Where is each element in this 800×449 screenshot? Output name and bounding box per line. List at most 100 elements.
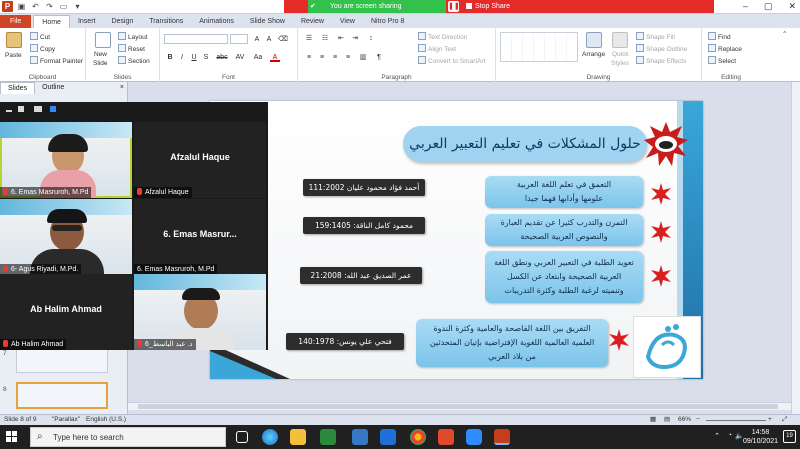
shapes-gallery[interactable] (500, 32, 578, 62)
tab-slides-panel[interactable]: Slides (0, 82, 36, 94)
slide-thumbnail-7[interactable] (16, 346, 108, 373)
speaker-view-icon[interactable] (34, 106, 42, 112)
grow-font-icon[interactable]: A (252, 35, 262, 44)
close-button[interactable]: ✕ (788, 0, 796, 13)
arrange-icon[interactable] (586, 32, 602, 48)
columns-icon[interactable]: ▥ (358, 53, 368, 62)
bullets-icon[interactable]: ☰ (304, 34, 314, 43)
align-center-icon[interactable]: ≡ (317, 53, 327, 62)
edge-browser-icon[interactable] (262, 429, 278, 445)
strikethrough-button[interactable]: abc (215, 53, 229, 62)
format-painter-button[interactable]: Format Painter (30, 56, 83, 65)
bold-button[interactable]: B (165, 53, 175, 62)
windows-start-icon[interactable] (6, 431, 18, 443)
font-size-field[interactable] (230, 34, 248, 44)
maximize-button[interactable]: ▢ (764, 0, 773, 13)
tab-slide-show[interactable]: Slide Show (242, 15, 293, 28)
store-icon[interactable] (352, 429, 368, 445)
new-slide-icon[interactable] (95, 32, 111, 48)
zoom-app-icon[interactable] (466, 429, 482, 445)
fit-slide-icon[interactable]: ⤢ (782, 415, 787, 425)
select-button[interactable]: Select (708, 56, 736, 65)
file-explorer-icon[interactable] (290, 429, 306, 445)
tab-file[interactable]: File (0, 15, 32, 28)
justify-icon[interactable]: ≡ (343, 53, 353, 62)
convert-smartart-button[interactable]: Convert to SmartArt (418, 56, 485, 65)
participant-tile[interactable]: 6. Emas Masruroh, M.Pd (0, 122, 132, 198)
shape-effects-button[interactable]: Shape Effects (636, 56, 686, 65)
char-spacing-button[interactable]: AV (234, 53, 246, 62)
minimize-button[interactable]: – (743, 0, 748, 13)
shape-outline-button[interactable]: Shape Outline (636, 44, 687, 53)
align-text-button[interactable]: Align Text (418, 44, 456, 53)
customize-qat-icon[interactable]: ▾ (72, 1, 83, 12)
sorter-view-icon[interactable]: ▤ (664, 415, 670, 425)
shape-fill-button[interactable]: Shape Fill (636, 32, 675, 41)
app-icon[interactable] (438, 429, 454, 445)
shadow-button[interactable]: S (201, 53, 211, 62)
scrollbar-thumb[interactable] (138, 404, 778, 409)
quick-styles-button[interactable]: Quick (612, 51, 629, 58)
quick-styles-icon[interactable] (612, 32, 628, 48)
layout-button[interactable]: Layout (118, 32, 148, 41)
zoom-in-icon[interactable]: + (768, 415, 772, 425)
underline-button[interactable]: U (189, 53, 199, 62)
tab-transitions[interactable]: Transitions (141, 15, 191, 28)
ribbon-collapse-icon[interactable]: ⌃ (782, 30, 787, 38)
participant-tile[interactable]: 6. Emas Masrur... 6. Emas Masruroh, M.Pd (134, 199, 266, 275)
numbering-icon[interactable]: ☷ (320, 34, 330, 43)
quick-styles-button-line2[interactable]: Styles (611, 60, 629, 67)
minimize-video-icon[interactable] (6, 110, 12, 112)
change-case-button[interactable]: Aa (252, 53, 264, 62)
cut-button[interactable]: Cut (30, 32, 50, 41)
tab-insert[interactable]: Insert (70, 15, 104, 28)
copy-button[interactable]: Copy (30, 44, 55, 53)
tab-nitro[interactable]: Nitro Pro 8 (363, 15, 412, 28)
font-name-field[interactable] (164, 34, 228, 44)
section-button[interactable]: Section (118, 56, 150, 65)
network-icon[interactable]: ◔ (728, 432, 732, 439)
arrange-button[interactable]: Arrange (582, 51, 605, 58)
tab-animations[interactable]: Animations (191, 15, 242, 28)
normal-view-icon[interactable]: ▦ (650, 415, 656, 425)
task-view-icon[interactable] (236, 431, 248, 443)
zoom-out-icon[interactable]: − (696, 415, 700, 425)
taskbar-clock[interactable]: 14:58 09/10/2021 (743, 428, 778, 446)
text-direction-button[interactable]: Text Direction (418, 32, 467, 41)
decrease-indent-icon[interactable]: ⇤ (336, 34, 346, 43)
horizontal-scrollbar[interactable] (128, 402, 791, 410)
clear-format-icon[interactable]: ⌫ (278, 35, 288, 44)
tab-design[interactable]: Design (103, 15, 141, 28)
participant-tile[interactable]: Ab Halim Ahmad Ab Halim Ahmad (0, 274, 132, 350)
participant-tile[interactable]: د. عبد الباسط_6 (134, 274, 266, 350)
zoom-slider[interactable] (706, 420, 766, 421)
participant-tile[interactable]: Afzalul Haque Afzalul Haque (134, 122, 266, 198)
new-slide-button[interactable]: New (94, 51, 107, 58)
slide-thumbnail-8[interactable] (16, 382, 108, 409)
pause-share-button[interactable]: ❚❚ (448, 1, 460, 12)
close-panel-button[interactable]: × (116, 82, 128, 94)
line-spacing-icon[interactable]: ↕ (366, 34, 376, 43)
chrome-icon[interactable] (410, 429, 426, 445)
undo-icon[interactable]: ↶ (30, 1, 41, 12)
tab-view[interactable]: View (332, 15, 363, 28)
current-slide[interactable]: حلول المشكلات في تعليم التعبير العربي أح… (210, 101, 703, 379)
reset-button[interactable]: Reset (118, 44, 145, 53)
notification-center-icon[interactable]: 19 (783, 430, 796, 443)
align-right-icon[interactable]: ≡ (330, 53, 340, 62)
rtl-icon[interactable]: ¶ (374, 53, 384, 62)
redo-icon[interactable]: ↷ (44, 1, 55, 12)
excel-taskbar-icon[interactable] (320, 429, 336, 445)
powerpoint-taskbar-icon[interactable] (494, 429, 510, 445)
new-slide-button-line2[interactable]: Slide (93, 60, 107, 67)
replace-button[interactable]: Replace (708, 44, 742, 53)
save-icon[interactable]: ▣ (16, 1, 27, 12)
tab-outline-panel[interactable]: Outline (35, 82, 71, 94)
slideshow-icon[interactable]: ▭ (58, 1, 69, 12)
participant-tile[interactable]: 6- Agus Riyadi, M.Pd. (0, 199, 132, 275)
find-button[interactable]: Find (708, 32, 731, 41)
language-indicator[interactable]: English (U.S.) (86, 415, 126, 425)
paste-icon[interactable] (6, 32, 22, 48)
taskbar-search-box[interactable]: ⌕ Type here to search (30, 427, 226, 447)
stop-share-button[interactable]: Stop Share (460, 0, 516, 13)
